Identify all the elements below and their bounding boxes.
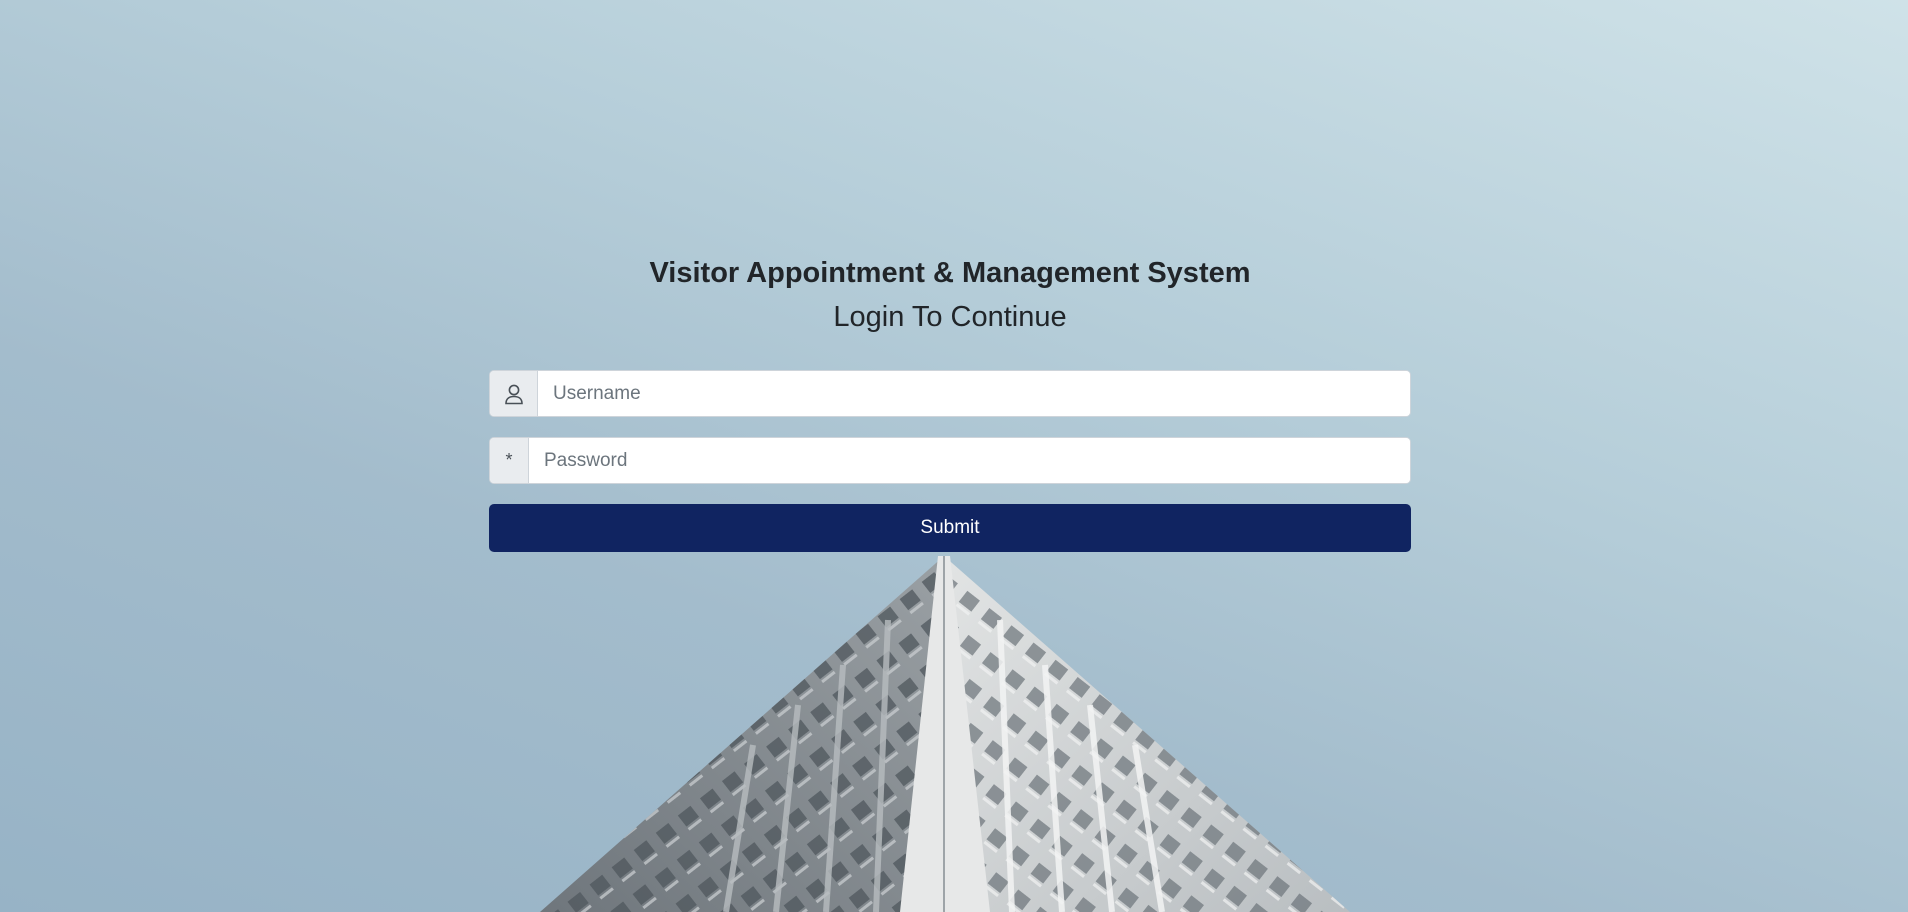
page-subtitle: Login To Continue	[833, 301, 1067, 333]
submit-button[interactable]: Submit	[489, 504, 1411, 552]
username-input[interactable]	[538, 371, 1410, 416]
asterisk-icon: *	[490, 438, 529, 483]
password-input[interactable]	[529, 438, 1410, 483]
user-icon	[490, 371, 538, 416]
password-input-group: *	[489, 437, 1411, 484]
username-input-group	[489, 370, 1411, 417]
login-panel: Visitor Appointment & Management System …	[489, 250, 1411, 552]
page-title: Visitor Appointment & Management System	[649, 257, 1251, 289]
